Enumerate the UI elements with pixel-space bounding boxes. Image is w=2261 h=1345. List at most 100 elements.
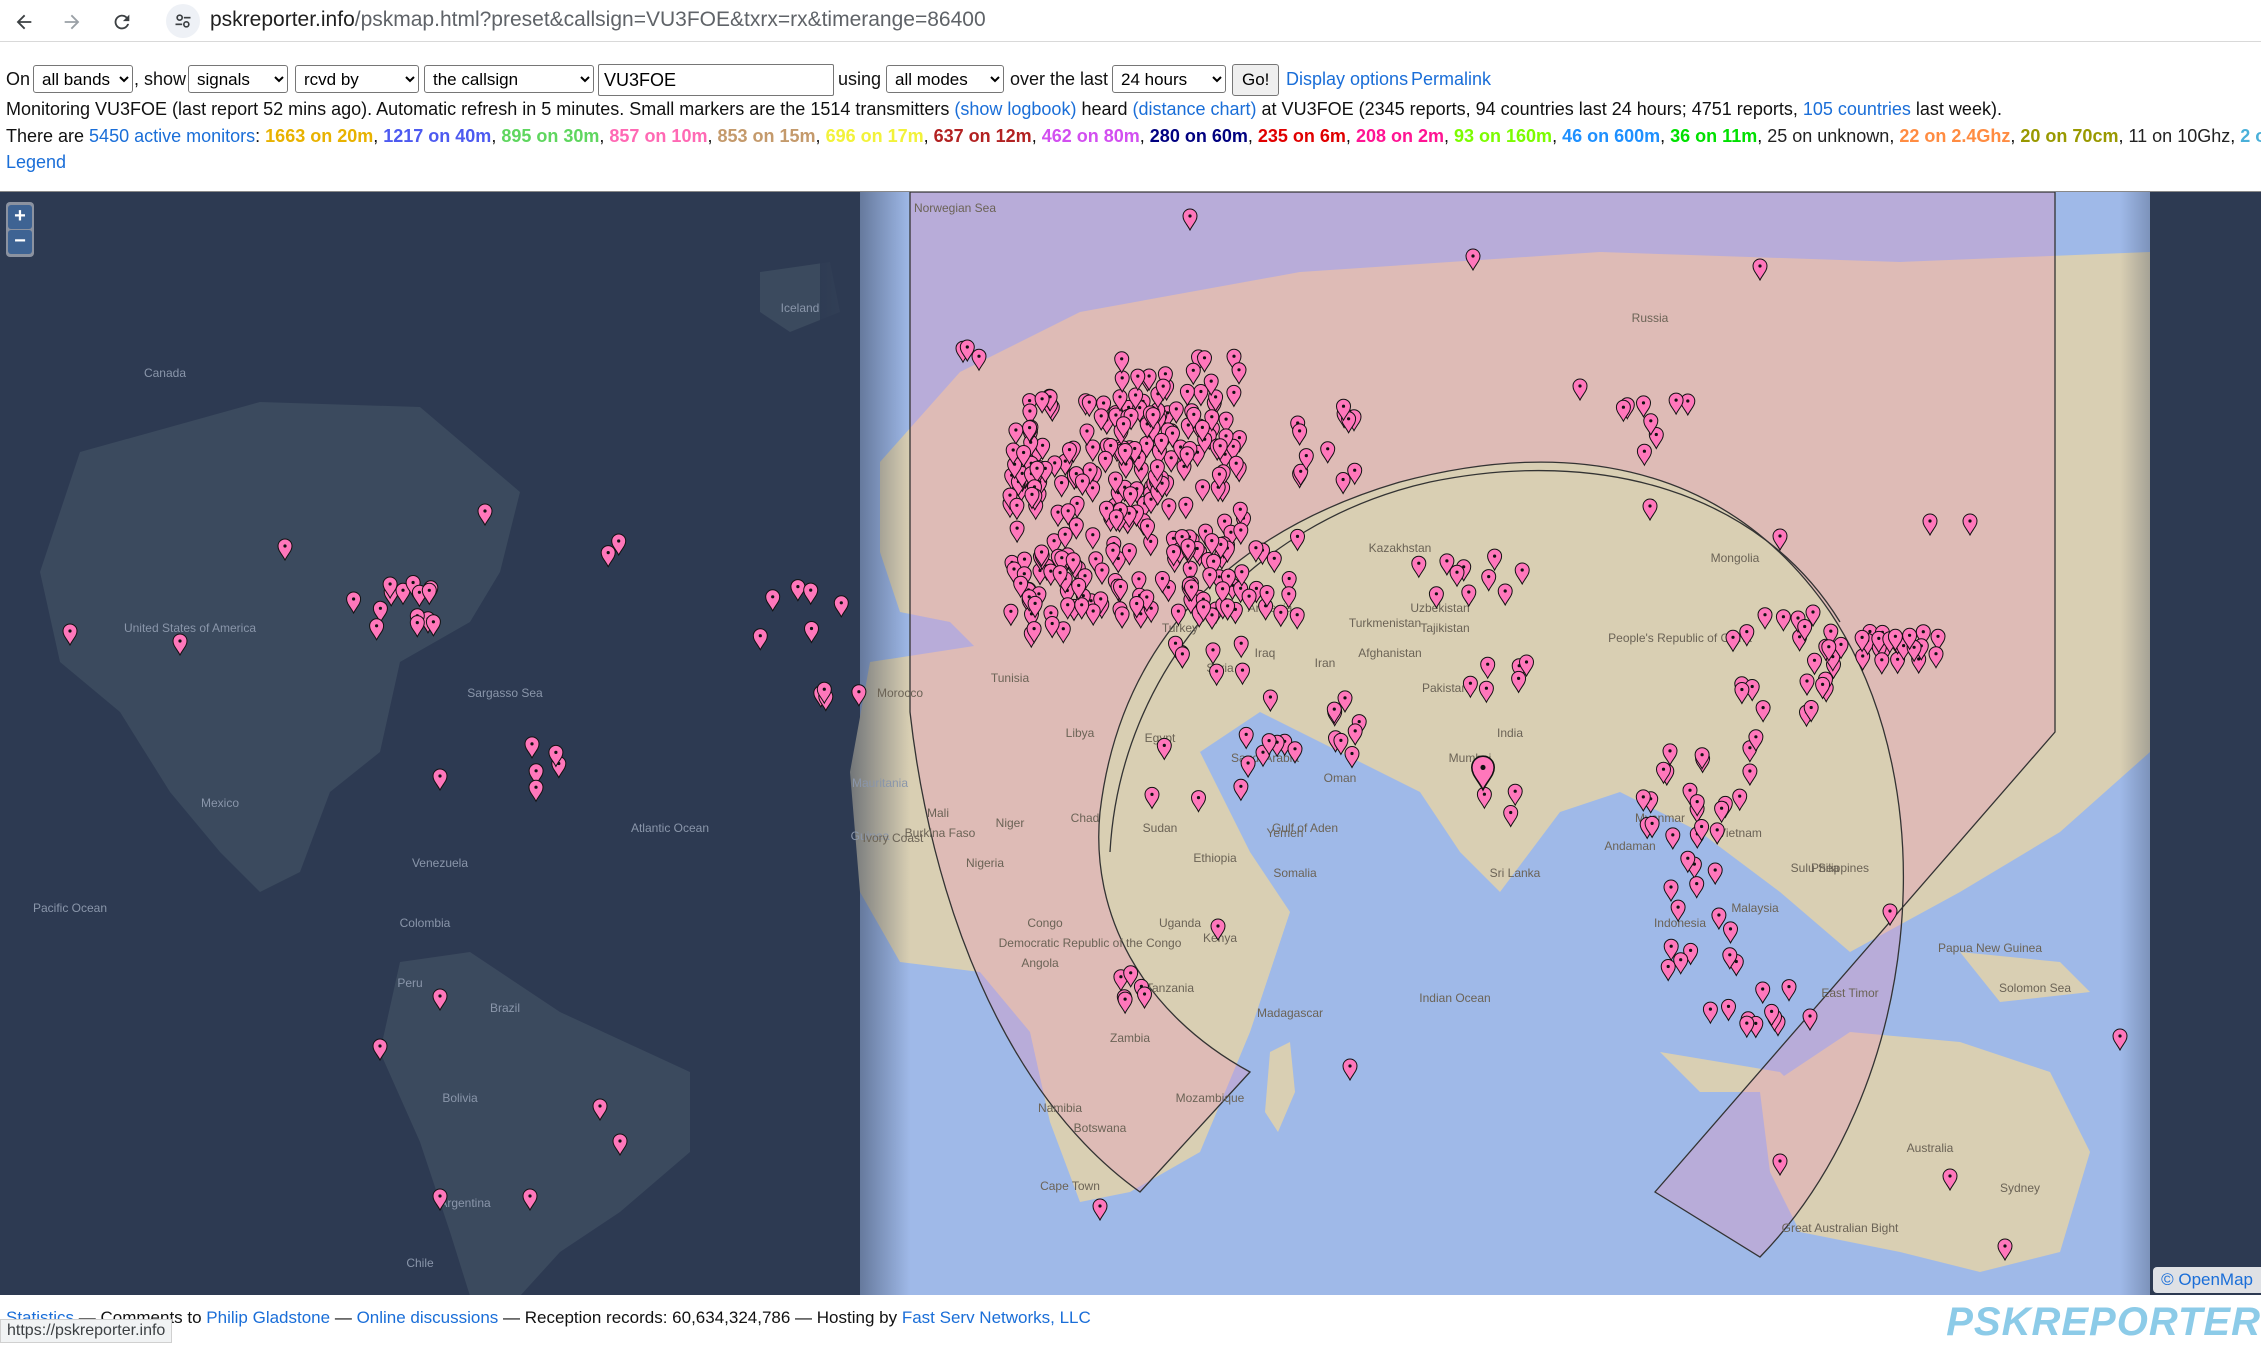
marker-dot	[1014, 428, 1018, 432]
countries-link[interactable]: 105 countries	[1803, 99, 1911, 119]
marker-dot	[1142, 992, 1147, 996]
show-logbook-link[interactable]: (show logbook)	[954, 99, 1076, 119]
marker-dot	[839, 601, 843, 605]
forward-button[interactable]	[56, 6, 88, 38]
marker-dot	[1621, 405, 1625, 409]
marker-dot	[1060, 481, 1064, 485]
marker-dot	[1219, 542, 1223, 546]
marker-dot	[1237, 368, 1241, 372]
bands-select[interactable]: all bands	[33, 65, 133, 93]
marker-dot	[1174, 407, 1178, 411]
band-count: 235 on 6m	[1257, 126, 1346, 146]
marker-dot	[1199, 389, 1203, 394]
distance-chart-link[interactable]: (distance chart)	[1132, 99, 1256, 119]
band-count: 462 on 80m	[1041, 126, 1140, 146]
band-separator: ,	[1443, 126, 1454, 146]
legend-link[interactable]: Legend	[6, 150, 66, 174]
marker-dot	[1209, 379, 1213, 383]
marker-dot	[1353, 729, 1357, 733]
marker-dot	[1417, 561, 1421, 565]
on-label: On	[6, 69, 31, 89]
marker-dot	[796, 585, 800, 589]
marker-dot	[1120, 612, 1124, 616]
marker-dot	[1022, 557, 1027, 561]
marker-dot	[1839, 642, 1843, 646]
marker-dot	[1030, 492, 1034, 496]
callsign-input[interactable]	[598, 64, 834, 96]
zoom-in-button[interactable]: +	[8, 205, 32, 229]
back-button[interactable]	[8, 6, 40, 38]
marker-dot	[1123, 448, 1127, 453]
marker-dot	[1121, 422, 1126, 426]
time-select[interactable]: 24 hours	[1112, 65, 1226, 93]
marker-dot	[528, 1194, 532, 1198]
marker-dot	[1184, 502, 1188, 506]
marker-dot	[417, 590, 421, 594]
band-separator: ,	[373, 126, 384, 146]
place-label: Libya	[1066, 726, 1095, 740]
marker-dot	[411, 580, 415, 585]
reload-button[interactable]	[106, 6, 138, 38]
marker-dot	[1071, 558, 1075, 562]
marker-dot	[1145, 441, 1149, 445]
place-label: Venezuela	[412, 856, 468, 870]
site-info-button[interactable]	[166, 4, 200, 38]
show-select[interactable]: signals	[188, 65, 288, 93]
marker-dot	[1578, 384, 1582, 388]
band-separator: ,	[1345, 126, 1356, 146]
marker-dot	[1968, 519, 1972, 523]
direction-select[interactable]: rcvd by	[295, 65, 419, 93]
marker-dot	[1928, 519, 1932, 523]
active-monitors-link[interactable]: 5450 active monitors	[89, 126, 255, 146]
address-bar[interactable]: pskreporter.info/pskmap.html?preset&call…	[210, 7, 986, 33]
marker-dot	[1008, 493, 1012, 497]
place-label: Kazakhstan	[1369, 541, 1432, 555]
place-label: Solomon Sea	[1999, 981, 2071, 995]
author-link[interactable]: Philip Gladstone	[206, 1308, 330, 1327]
discussions-link[interactable]: Online discussions	[357, 1308, 499, 1327]
marker-dot	[1137, 577, 1141, 581]
host-link[interactable]: Fast Serv Networks, LLC	[902, 1308, 1091, 1327]
marker-dot	[1641, 795, 1645, 799]
marker-dot	[1214, 395, 1218, 399]
reception-map[interactable]: Norwegian Sea Iceland Russia Kazakhstan Mong…	[0, 191, 2261, 1295]
marker-dot	[1239, 528, 1243, 532]
marker-dot	[1217, 472, 1221, 476]
band-count: 1663 on 20m	[265, 126, 374, 146]
place-label: Atlantic Ocean	[631, 821, 709, 835]
marker-dot	[1120, 357, 1124, 361]
marker-dot	[1708, 1007, 1712, 1011]
marker-dot	[1147, 374, 1151, 378]
over-label: over the last	[1010, 69, 1109, 89]
marker-dot	[530, 742, 534, 746]
marker-dot	[1015, 503, 1019, 507]
place-label: Mali	[927, 806, 949, 820]
modes-select[interactable]: all modes	[886, 65, 1004, 93]
place-label: Tunisia	[991, 671, 1030, 685]
attribution-link[interactable]: © OpenMap	[2161, 1270, 2253, 1289]
place-label: Burkina Faso	[905, 826, 976, 840]
marker-dot	[1169, 456, 1173, 460]
zoom-out-button[interactable]: −	[8, 230, 32, 254]
marker-dot	[1239, 586, 1243, 590]
target-select[interactable]: the callsign	[424, 65, 594, 93]
go-button[interactable]: Go!	[1232, 64, 1280, 96]
place-label: Sulu Sea	[1791, 861, 1840, 875]
marker-dot	[1642, 449, 1646, 453]
marker-dot	[1074, 472, 1078, 476]
place-label: Mongolia	[1711, 551, 1760, 565]
marker-dot	[1149, 497, 1153, 501]
place-label: Botswana	[1074, 1121, 1127, 1135]
map-canvas[interactable]: Norwegian Sea Iceland Russia Kazakhstan Mong…	[0, 192, 2261, 1295]
display-options-link[interactable]: Display options	[1286, 62, 1408, 96]
permalink-link[interactable]: Permalink	[1411, 62, 1491, 96]
marker-dot	[1114, 515, 1118, 519]
marker-dot	[1648, 504, 1652, 508]
status-heard: heard	[1076, 99, 1133, 119]
place-label: Pakistan	[1422, 681, 1468, 695]
marker-dot	[1524, 660, 1529, 664]
marker-dot	[1120, 376, 1124, 380]
place-label: Mexico	[201, 796, 239, 810]
marker-dot	[1133, 446, 1137, 451]
marker-dot	[1347, 417, 1351, 421]
